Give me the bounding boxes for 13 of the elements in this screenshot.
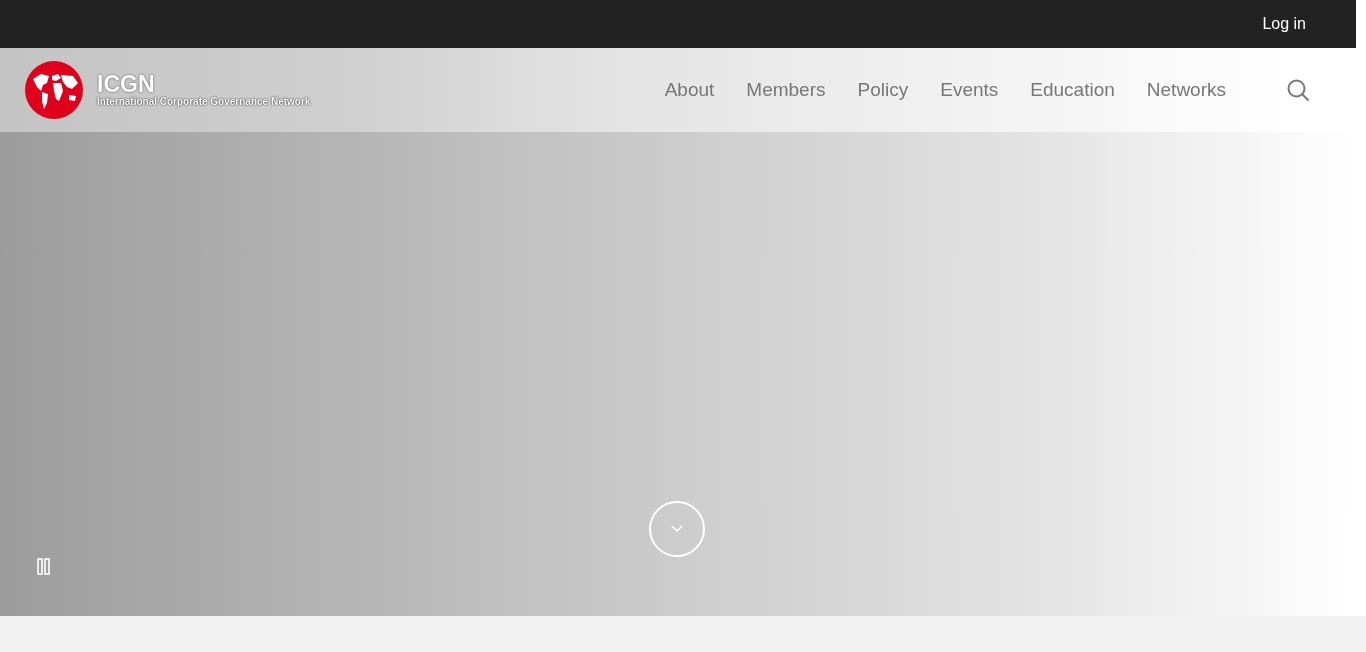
nav-link[interactable]: Networks bbox=[1146, 79, 1226, 101]
login-link[interactable]: Log in bbox=[1262, 15, 1306, 33]
globe-logo-icon[interactable] bbox=[25, 61, 83, 119]
nav-link[interactable]: Policy bbox=[857, 79, 909, 101]
logo-tagline: International Corporate Governance Network bbox=[97, 96, 311, 108]
nav-link[interactable]: Education bbox=[1030, 79, 1115, 101]
search-icon[interactable] bbox=[1286, 78, 1310, 102]
nav-link[interactable]: Events bbox=[940, 79, 999, 101]
logo-name: ICGN bbox=[97, 72, 155, 96]
nav-link[interactable]: Members bbox=[746, 79, 826, 101]
pause-icon[interactable] bbox=[37, 558, 51, 575]
nav-link[interactable]: About bbox=[664, 79, 715, 101]
chevron-down-icon bbox=[671, 525, 683, 533]
